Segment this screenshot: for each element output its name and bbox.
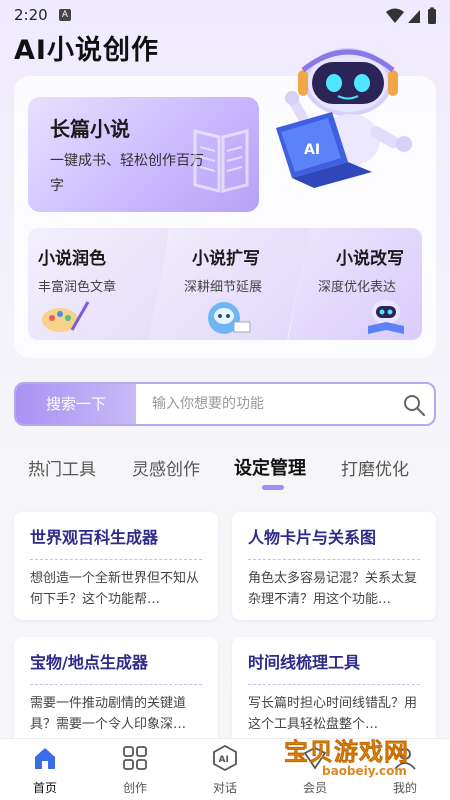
status-a-badge: A [59, 9, 71, 21]
expand-subtitle: 深耕细节延展 [184, 280, 263, 295]
polish-title: 小说润色 [38, 249, 106, 269]
long-novel-card[interactable]: 长篇小说 一键成书、轻松创作百万字 [28, 97, 259, 212]
tab-settings-management[interactable]: 设定管理 [234, 454, 306, 480]
rewrite-card[interactable]: 小说改写 深度优化表达 [288, 228, 422, 340]
tab-hot-tools[interactable]: 热门工具 [28, 455, 96, 480]
nav-create[interactable]: 创作 [100, 739, 170, 800]
tool-divider [248, 559, 420, 560]
robot-screen-label: AI [304, 142, 320, 158]
polish-card[interactable]: 小说润色 丰富润色文章 [28, 228, 170, 340]
rewrite-title: 小说改写 [336, 249, 404, 269]
app-title: AI小说创作 [14, 35, 159, 66]
watermark-text: 宝贝游戏网 [284, 738, 409, 767]
tool-title: 人物卡片与关系图 [248, 528, 377, 547]
tool-desc: 想创造一个全新世界但不知从何下手？这个功能帮… [30, 571, 200, 607]
tab-polish[interactable]: 打磨优化 [341, 455, 409, 480]
watermark-url: baobeiy.com [322, 764, 407, 778]
tool-desc: 需要一件推动剧情的关键道具？需要一个令人印象深… [30, 696, 187, 732]
tool-desc: 写长篇时担心时间线错乱？用这个工具轻松盘整个… [248, 696, 418, 732]
nav-chat[interactable]: AI 对话 [190, 739, 260, 800]
grid-icon [123, 746, 147, 770]
tab-inspiration[interactable]: 灵感创作 [132, 455, 200, 480]
long-novel-title: 长篇小说 [50, 117, 130, 141]
search-bar: 搜索一下 [14, 382, 436, 426]
search-icon[interactable] [402, 393, 426, 417]
status-icons [386, 7, 436, 24]
tool-title: 世界观百科生成器 [30, 528, 159, 547]
wifi-icon [386, 8, 404, 23]
rewrite-subtitle: 深度优化表达 [318, 280, 397, 295]
tool-divider [30, 559, 202, 560]
nav-label: 创作 [122, 781, 147, 795]
home-icon [35, 748, 55, 769]
book-icon [193, 129, 249, 193]
tool-divider [248, 684, 420, 685]
tool-card-timeline[interactable]: 时间线梳理工具 写长篇时担心时间线错乱？用这个工具轻松盘整个… [232, 637, 436, 745]
svg-text:AI: AI [219, 755, 229, 765]
status-time: 2:20 [14, 6, 48, 24]
nav-home[interactable]: 首页 [10, 739, 80, 800]
category-tabs: 热门工具 灵感创作 设定管理 打磨优化 [0, 452, 450, 492]
expand-title: 小说扩写 [192, 249, 260, 269]
search-button[interactable]: 搜索一下 [16, 384, 136, 424]
robot-illustration: AI [276, 48, 412, 188]
active-tab-indicator [262, 485, 284, 490]
tool-card-character[interactable]: 人物卡片与关系图 角色太多容易记混？关系太复杂理不清？用这个功能… [232, 512, 436, 620]
tool-desc: 角色太多容易记混？关系太复杂理不清？用这个功能… [248, 571, 418, 607]
nav-label: 首页 [32, 781, 57, 795]
polish-subtitle: 丰富润色文章 [38, 280, 117, 295]
palette-icon [42, 301, 90, 332]
watermark: 宝贝游戏网 baobeiy.com [272, 732, 442, 782]
tool-title: 宝物/地点生成器 [30, 653, 148, 672]
battery-icon [428, 9, 436, 24]
tool-divider [30, 684, 202, 685]
expand-card[interactable]: 小说扩写 深耕细节延展 [148, 228, 310, 340]
tool-title: 时间线梳理工具 [248, 653, 361, 672]
ai-chat-icon: AI [213, 745, 237, 771]
nav-label: 对话 [212, 781, 237, 795]
robot-writer-icon [208, 302, 251, 334]
robot-reader-icon [368, 300, 404, 334]
signal-icon [408, 10, 420, 23]
tool-card-treasure[interactable]: 宝物/地点生成器 需要一件推动剧情的关键道具？需要一个令人印象深… [14, 637, 218, 745]
tool-card-worldview[interactable]: 世界观百科生成器 想创造一个全新世界但不知从何下手？这个功能帮… [14, 512, 218, 620]
search-input[interactable] [152, 384, 392, 424]
